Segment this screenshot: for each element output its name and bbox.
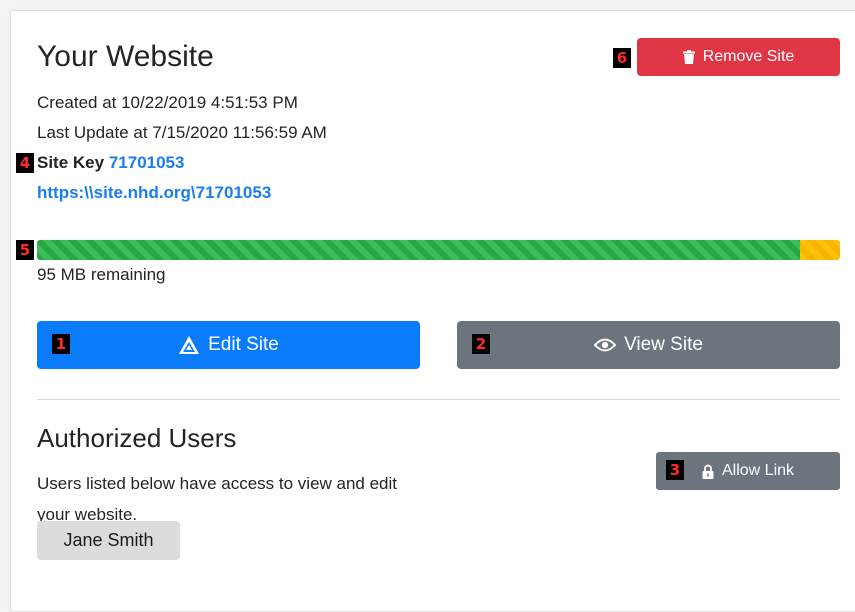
storage-used-fill <box>37 240 800 260</box>
remove-site-button[interactable]: Remove Site <box>637 38 840 76</box>
trash-icon <box>682 50 695 64</box>
marker-3: 3 <box>666 460 684 480</box>
allow-link-label: Allow Link <box>721 462 795 479</box>
view-site-label: View Site <box>624 334 703 355</box>
authorized-users-title: Authorized Users <box>37 423 237 453</box>
edit-site-label: Edit Site <box>208 334 279 355</box>
view-site-button[interactable]: View Site <box>457 321 840 369</box>
eye-icon <box>594 338 617 352</box>
marker-5: 5 <box>16 240 34 260</box>
site-key-label: Site Key <box>37 153 105 172</box>
page-title: Your Website <box>37 40 214 73</box>
warning-triangle-icon <box>178 335 200 355</box>
storage-progress-bar <box>37 240 840 260</box>
marker-6: 6 <box>613 48 631 68</box>
site-key-link[interactable]: 71701053 <box>109 153 185 172</box>
section-divider <box>37 399 840 400</box>
marker-1: 1 <box>52 334 70 354</box>
marker-4: 4 <box>16 153 34 173</box>
storage-remaining-text: 95 MB remaining <box>37 265 166 284</box>
site-key: Site Key 71701053 <box>37 153 184 173</box>
lock-icon <box>702 464 714 479</box>
site-url: https:\\site.nhd.org\71701053 <box>37 183 271 203</box>
created-date: Created at 10/22/2019 4:51:53 PM <box>37 93 298 112</box>
site-url-link[interactable]: https:\\site.nhd.org\71701053 <box>37 183 271 202</box>
edit-site-button[interactable]: Edit Site <box>37 321 420 369</box>
last-update-date: Last Update at 7/15/2020 11:56:59 AM <box>37 123 327 142</box>
remove-site-label: Remove Site <box>702 48 795 65</box>
marker-2: 2 <box>472 334 490 354</box>
user-chip[interactable]: Jane Smith <box>37 521 180 560</box>
